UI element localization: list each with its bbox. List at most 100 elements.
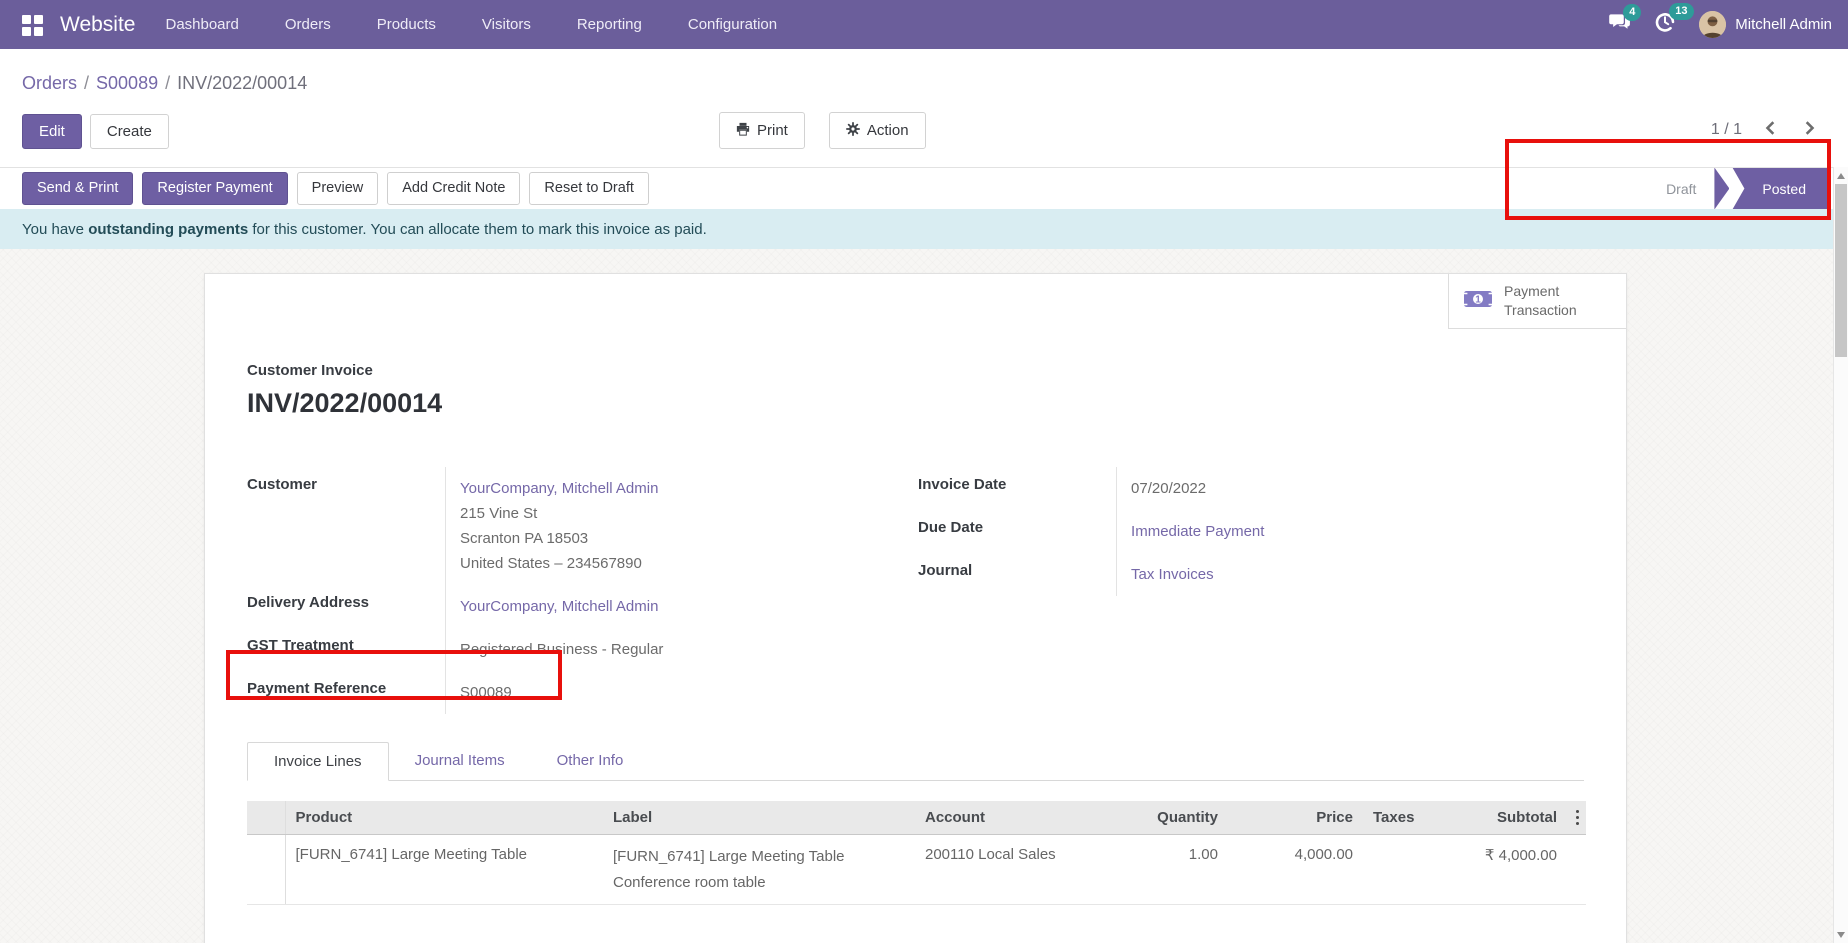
field-delivery-address: Delivery Address YourCompany, Mitchell A… <box>247 585 866 628</box>
field-gst-treatment: GST Treatment Registered Business - Regu… <box>247 628 866 671</box>
document-type-label: Customer Invoice <box>247 362 1584 379</box>
gear-icon <box>846 122 860 139</box>
banner-text: You have outstanding payments for this c… <box>22 221 707 238</box>
field-customer: Customer YourCompany, Mitchell Admin 215… <box>247 467 866 585</box>
user-avatar <box>1699 11 1726 38</box>
breadcrumb-orders[interactable]: Orders <box>22 73 77 93</box>
cell-options <box>1567 835 1586 905</box>
menu-visitors[interactable]: Visitors <box>482 16 531 33</box>
header-price[interactable]: Price <box>1228 801 1363 835</box>
reset-to-draft-button[interactable]: Reset to Draft <box>529 172 648 205</box>
invoice-date-value: 07/20/2022 <box>1116 467 1584 510</box>
journal-value: Tax Invoices <box>1116 553 1584 596</box>
scrollbar-up-arrow-icon[interactable] <box>1837 173 1845 179</box>
content-area: 1 Payment Transaction Customer Invoice I… <box>0 249 1848 943</box>
activities-button[interactable]: 13 <box>1655 12 1675 37</box>
print-button[interactable]: Print <box>719 112 805 149</box>
journal-link[interactable]: Tax Invoices <box>1131 566 1214 583</box>
tab-journal-items[interactable]: Journal Items <box>389 742 531 780</box>
svg-text:1: 1 <box>1475 294 1481 305</box>
customer-label: Customer <box>247 467 445 585</box>
payment-transaction-label: Payment Transaction <box>1504 282 1577 320</box>
delivery-address-value: YourCompany, Mitchell Admin <box>445 585 866 628</box>
cell-product: [FURN_6741] Large Meeting Table <box>285 835 603 905</box>
due-date-link[interactable]: Immediate Payment <box>1131 523 1264 540</box>
chevron-left-icon <box>1764 121 1778 138</box>
print-label: Print <box>757 123 788 138</box>
vertical-scrollbar[interactable] <box>1833 167 1848 943</box>
payment-transaction-button[interactable]: 1 Payment Transaction <box>1448 274 1626 329</box>
messages-button[interactable]: 4 <box>1609 13 1631 36</box>
control-panel: Orders/S00089/INV/2022/00014 Edit Create… <box>0 49 1848 167</box>
delivery-address-link[interactable]: YourCompany, Mitchell Admin <box>460 598 658 615</box>
journal-label: Journal <box>918 553 1116 596</box>
messages-badge: 4 <box>1623 4 1641 21</box>
top-navbar: Website Dashboard Orders Products Visito… <box>0 0 1848 49</box>
invoice-number-title: INV/2022/00014 <box>247 388 1584 419</box>
main-menu: Dashboard Orders Products Visitors Repor… <box>165 16 777 33</box>
customer-link[interactable]: YourCompany, Mitchell Admin <box>460 480 658 497</box>
cell-label: [FURN_6741] Large Meeting Table Conferen… <box>603 835 915 905</box>
scrollbar-thumb[interactable] <box>1835 184 1847 357</box>
cell-taxes <box>1363 835 1432 905</box>
edit-button[interactable]: Edit <box>22 114 82 149</box>
tab-other-info[interactable]: Other Info <box>531 742 650 780</box>
field-journal: Journal Tax Invoices <box>918 553 1584 596</box>
fields-right-column: Invoice Date 07/20/2022 Due Date Immedia… <box>918 467 1584 714</box>
due-date-label: Due Date <box>918 510 1116 553</box>
breadcrumb-separator: / <box>165 73 170 93</box>
stage-draft[interactable]: Draft <box>1666 181 1696 197</box>
add-credit-note-button[interactable]: Add Credit Note <box>387 172 520 205</box>
breadcrumb-current: INV/2022/00014 <box>177 73 307 93</box>
fields-group: Customer YourCompany, Mitchell Admin 215… <box>247 467 1584 714</box>
edit-create-group: Edit Create <box>22 114 169 149</box>
field-invoice-date: Invoice Date 07/20/2022 <box>918 467 1584 510</box>
header-product[interactable]: Product <box>285 801 603 835</box>
register-payment-button[interactable]: Register Payment <box>142 172 287 205</box>
header-taxes[interactable]: Taxes <box>1363 801 1432 835</box>
menu-products[interactable]: Products <box>377 16 436 33</box>
customer-value: YourCompany, Mitchell Admin 215 Vine St … <box>445 467 866 585</box>
center-actions: Print Action <box>719 112 926 149</box>
action-label: Action <box>867 123 909 138</box>
header-label[interactable]: Label <box>603 801 915 835</box>
user-menu[interactable]: Mitchell Admin <box>1699 11 1832 38</box>
create-button[interactable]: Create <box>90 114 169 149</box>
table-row[interactable]: [FURN_6741] Large Meeting Table [FURN_67… <box>247 835 1586 905</box>
header-options <box>1567 801 1586 835</box>
cell-quantity: 1.00 <box>1092 835 1228 905</box>
apps-grid-icon[interactable] <box>22 15 42 35</box>
table-header-row: Product Label Account Quantity Price Tax… <box>247 801 1586 835</box>
menu-reporting[interactable]: Reporting <box>577 16 642 33</box>
pager: 1 / 1 <box>1711 119 1818 140</box>
field-payment-reference: Payment Reference S00089 <box>247 671 866 714</box>
header-subtotal[interactable]: Subtotal <box>1432 801 1567 835</box>
header-handle <box>247 801 285 835</box>
field-due-date: Due Date Immediate Payment <box>918 510 1584 553</box>
printer-icon <box>736 122 750 139</box>
navbar-right: 4 13 Mitchell Admin <box>1609 11 1832 38</box>
user-name: Mitchell Admin <box>1735 16 1832 33</box>
gst-treatment-value: Registered Business - Regular <box>445 628 866 671</box>
notebook-tabs: Invoice Lines Journal Items Other Info <box>247 742 1584 781</box>
app-brand[interactable]: Website <box>60 13 135 37</box>
tab-invoice-lines[interactable]: Invoice Lines <box>247 742 389 781</box>
preview-button[interactable]: Preview <box>297 172 379 205</box>
scrollbar-down-arrow-icon[interactable] <box>1837 932 1845 938</box>
header-quantity[interactable]: Quantity <box>1092 801 1228 835</box>
pager-previous-button[interactable] <box>1762 119 1780 140</box>
chevron-right-icon <box>1802 121 1816 138</box>
breadcrumb-order-ref[interactable]: S00089 <box>96 73 158 93</box>
pager-next-button[interactable] <box>1800 119 1818 140</box>
action-button[interactable]: Action <box>829 112 926 149</box>
send-and-print-button[interactable]: Send & Print <box>22 172 133 205</box>
stage-posted-active[interactable]: Posted <box>1732 168 1828 210</box>
header-account[interactable]: Account <box>915 801 1092 835</box>
page: Website Dashboard Orders Products Visito… <box>0 0 1848 943</box>
menu-configuration[interactable]: Configuration <box>688 16 777 33</box>
menu-orders[interactable]: Orders <box>285 16 331 33</box>
cell-handle <box>247 835 285 905</box>
gst-treatment-label: GST Treatment <box>247 628 445 671</box>
menu-dashboard[interactable]: Dashboard <box>165 16 238 33</box>
cell-subtotal: ₹ 4,000.00 <box>1432 835 1567 905</box>
